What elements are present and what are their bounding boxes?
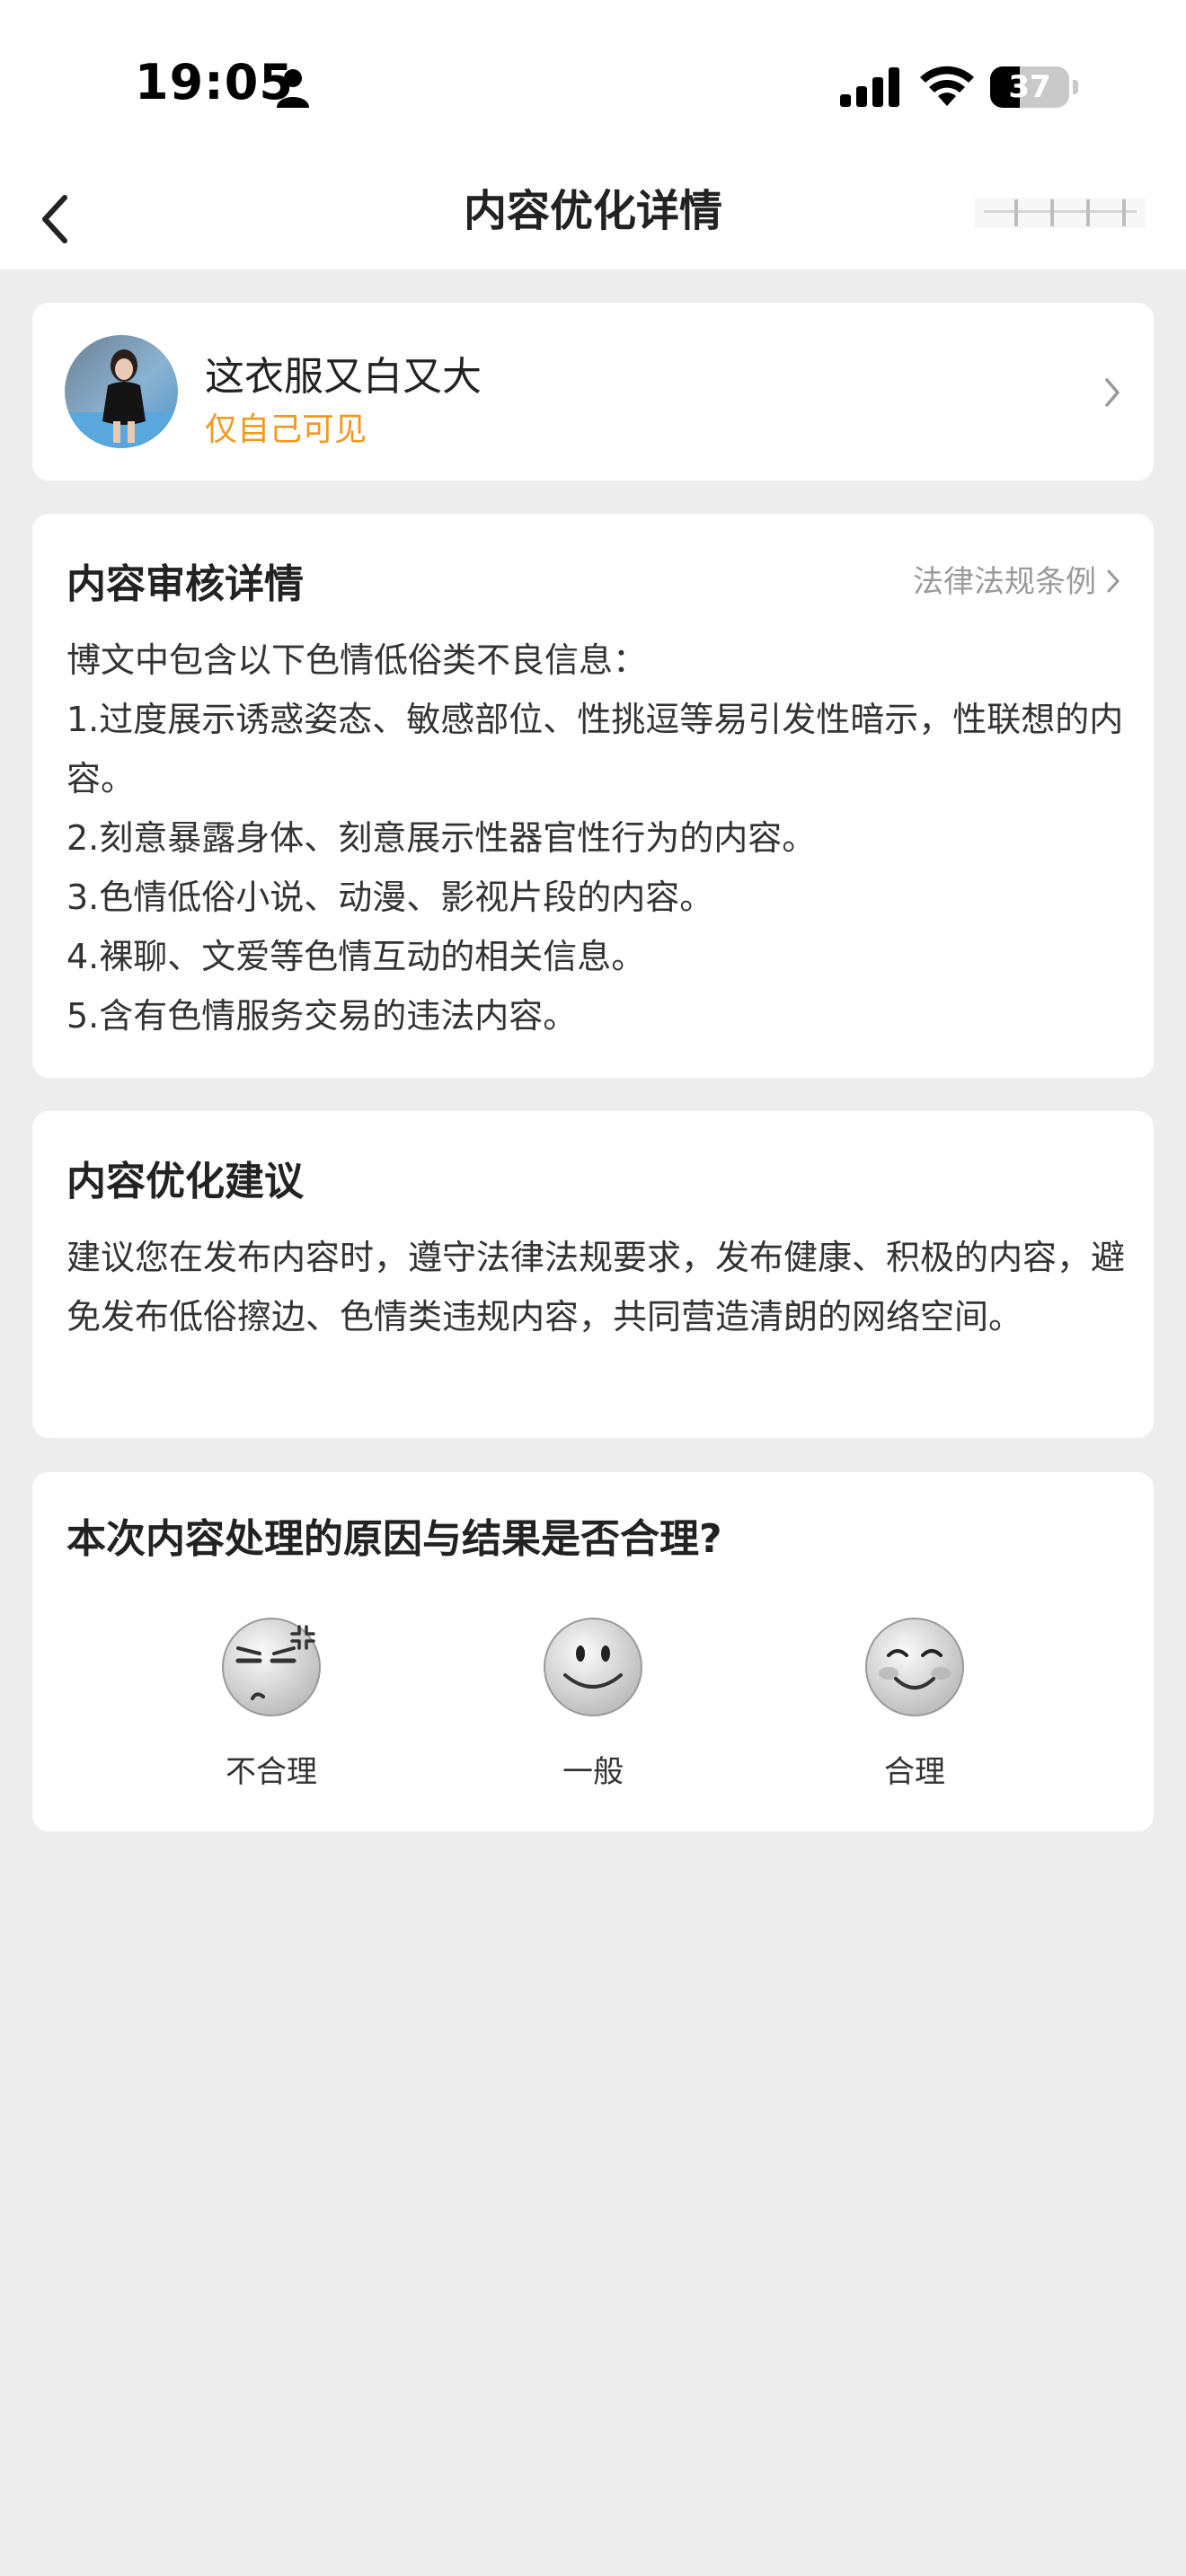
status-time: 19:05	[135, 54, 294, 110]
feedback-option-average[interactable]: 一般	[503, 1616, 683, 1791]
post-title: 这衣服又白又大	[205, 354, 482, 400]
optimization-advice-card: 内容优化建议 建议您在发布内容时，遵守法律法规要求，发布健康、积极的内容，避免发…	[32, 1111, 1154, 1438]
feedback-option-reasonable[interactable]: 合理	[825, 1616, 1005, 1791]
feedback-option-label: 合理	[884, 1754, 945, 1790]
feedback-question: 本次内容处理的原因与结果是否合理?	[66, 1516, 722, 1562]
review-body: 博文中包含以下色情低俗类不良信息： 1.过度展示诱惑姿态、敏感部位、性挑逗等易引…	[66, 631, 1127, 1045]
review-item: 5.含有色情服务交易的违法内容。	[66, 996, 578, 1036]
review-item: 4.裸聊、文爱等色情互动的相关信息。	[66, 937, 646, 976]
wifi-icon	[920, 66, 974, 106]
battery-icon: 37	[990, 66, 1078, 108]
post-card[interactable]: 这衣服又白又大 仅自己可见	[32, 303, 1154, 481]
status-bar: 19:05 37	[0, 0, 1186, 171]
review-section-title: 内容审核详情	[66, 561, 304, 607]
review-item: 3.色情低俗小说、动漫、影视片段的内容。	[66, 878, 714, 917]
feedback-option-unreasonable[interactable]: 不合理	[181, 1616, 361, 1791]
feedback-option-label: 一般	[562, 1754, 624, 1790]
feedback-option-label: 不合理	[226, 1754, 317, 1790]
neutral-smile-face-icon	[544, 1618, 642, 1716]
battery-cap	[1073, 80, 1078, 94]
person-icon	[277, 69, 309, 108]
happy-face-icon	[865, 1618, 964, 1716]
advice-section-title: 内容优化建议	[66, 1159, 304, 1204]
avatar	[65, 335, 178, 448]
chevron-right-icon	[1105, 378, 1120, 407]
chevron-right-icon	[1107, 569, 1120, 593]
content-optimization-screen: 19:05 37 内容优化详情 这衣服又白又大 仅自己可见 内容审核详情 法律法…	[0, 0, 1186, 2576]
feedback-card: 本次内容处理的原因与结果是否合理? 不合理 一般 合理	[32, 1472, 1154, 1831]
blurred-menu-icon[interactable]	[975, 190, 1146, 235]
review-item: 2.刻意暴露身体、刻意展示性器官性行为的内容。	[66, 818, 817, 858]
battery-percent-text: 37	[1008, 69, 1051, 105]
review-details-card: 内容审核详情 法律法规条例 博文中包含以下色情低俗类不良信息： 1.过度展示诱惑…	[32, 514, 1154, 1078]
advice-text: 建议您在发布内容时，遵守法律法规要求，发布健康、积极的内容，避免发布低俗擦边、色…	[66, 1238, 1126, 1337]
annoyed-face-icon	[222, 1618, 321, 1716]
law-regulations-link[interactable]: 法律法规条例	[913, 557, 1121, 601]
post-visibility: 仅自己可见	[205, 411, 367, 448]
review-intro: 博文中包含以下色情低俗类不良信息：	[66, 640, 648, 680]
review-item: 1.过度展示诱惑姿态、敏感部位、性挑逗等易引发性暗示，性联想的内容。	[66, 700, 1124, 798]
cellular-signal-icon	[840, 67, 899, 107]
battery-body: 37	[990, 66, 1069, 108]
law-link-label: 法律法规条例	[913, 564, 1096, 600]
navigation-bar: 内容优化详情	[0, 171, 1186, 269]
